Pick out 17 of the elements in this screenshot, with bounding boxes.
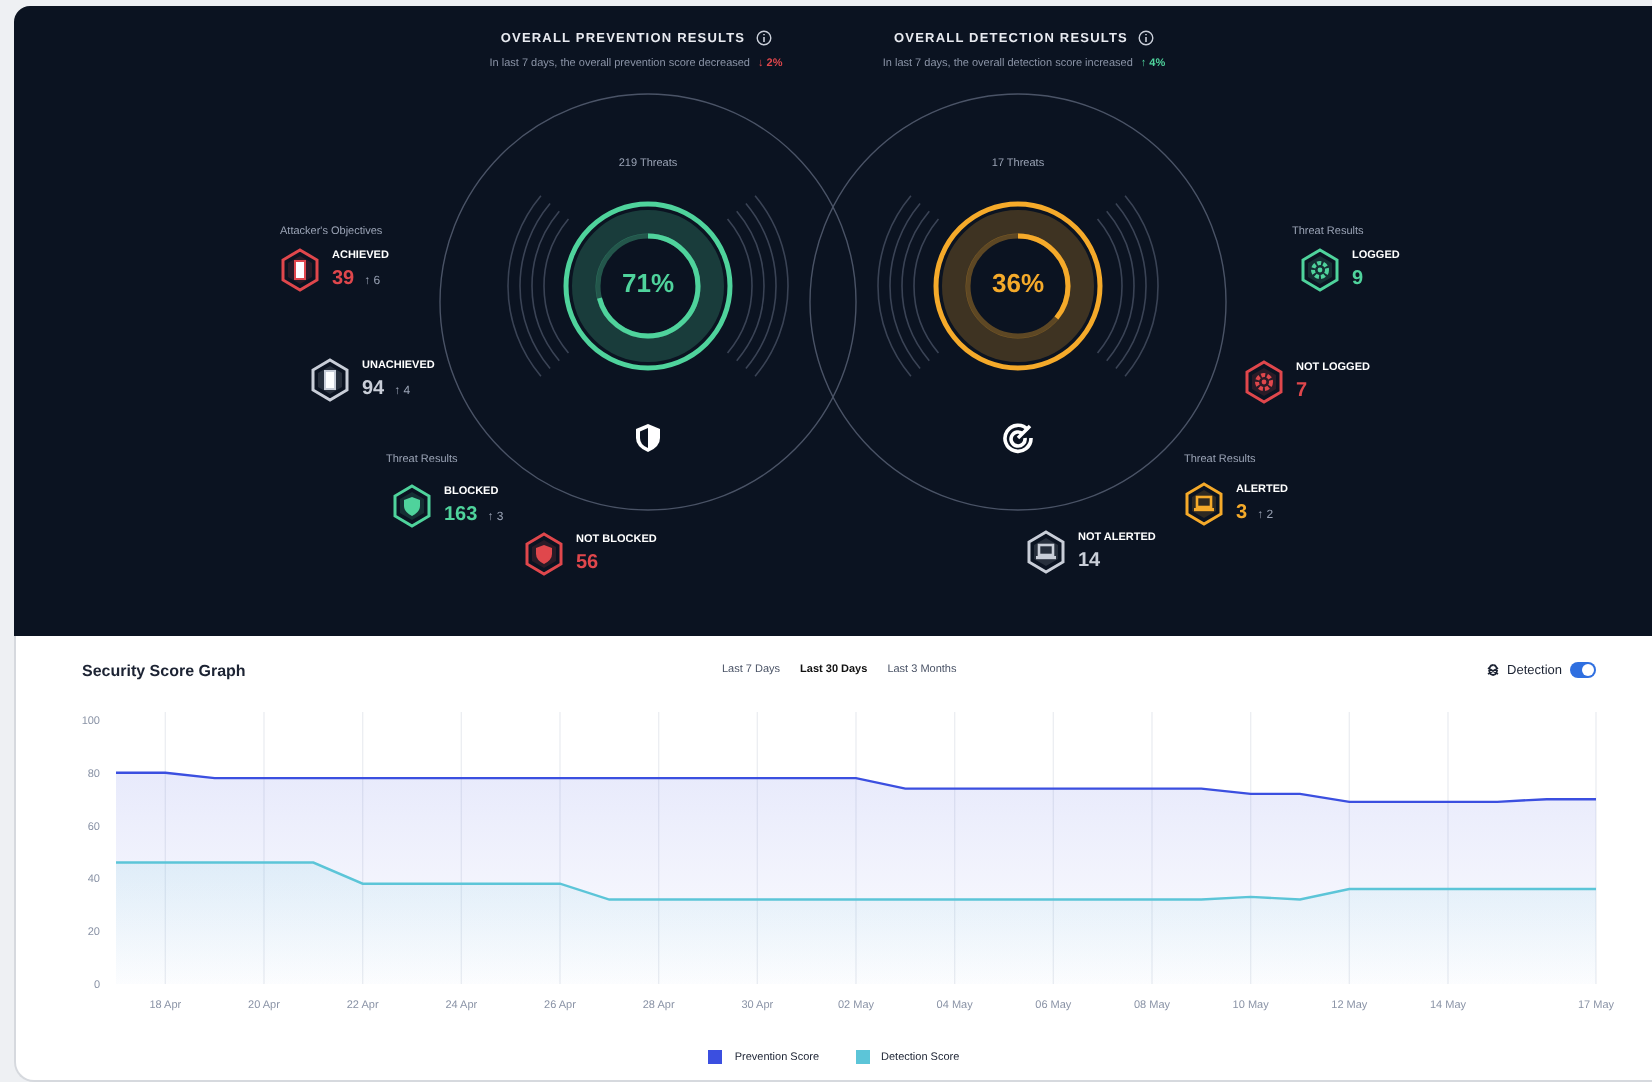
- stat-value: 56: [576, 552, 599, 574]
- shield-icon: [632, 422, 664, 454]
- stat-value: 94: [362, 378, 385, 400]
- stat-value: 7: [1296, 380, 1308, 402]
- target-icon: [1002, 422, 1034, 454]
- gauge-percentage: 71%: [619, 268, 677, 298]
- bug-icon: [1485, 662, 1500, 678]
- stat-value: 9: [1352, 268, 1364, 290]
- stat-value: 39: [332, 268, 355, 290]
- stat-value: 14: [1078, 550, 1101, 572]
- detection-toggle[interactable]: [1570, 662, 1596, 678]
- stat-value: 3: [1236, 502, 1248, 524]
- gauge-percentage: 36%: [989, 268, 1047, 298]
- info-icon[interactable]: [1137, 30, 1154, 46]
- info-icon[interactable]: [755, 30, 772, 46]
- graph-title: Security Score Graph: [82, 661, 248, 679]
- stat-value: 163: [444, 504, 478, 526]
